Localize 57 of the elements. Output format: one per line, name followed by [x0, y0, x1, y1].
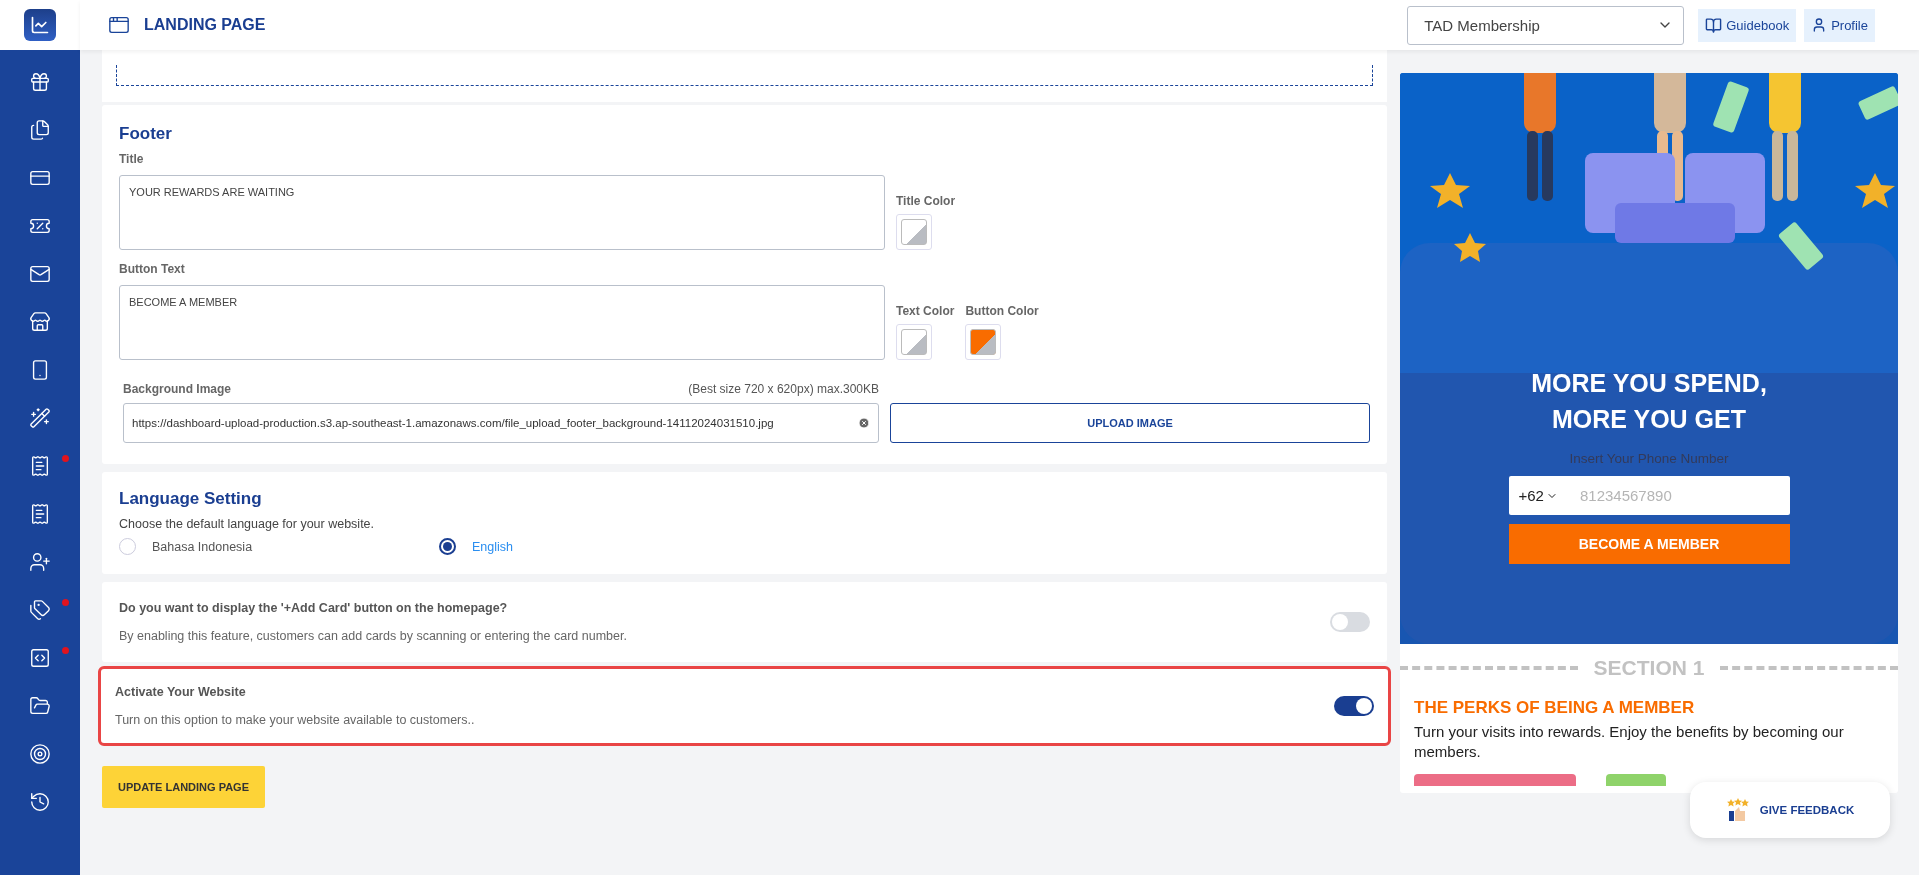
color-swatch[interactable] — [896, 324, 932, 360]
add-template-box[interactable] — [116, 65, 1373, 86]
mail-icon — [29, 263, 51, 285]
browser-icon — [108, 14, 130, 36]
language-option[interactable]: Bahasa Indonesia — [119, 538, 253, 555]
logo-icon — [24, 9, 56, 41]
add-user-icon — [29, 551, 51, 573]
phone-field[interactable]: +62 81234567890 — [1508, 476, 1790, 515]
field-label: Title — [119, 152, 145, 166]
field-label: Background Image — [123, 382, 232, 396]
magic-wand-icon — [29, 407, 51, 429]
language-prompt: Choose the default language for your website. — [119, 517, 376, 531]
gift-icon — [29, 71, 51, 93]
color-label: Button Color — [965, 304, 1039, 318]
title-field[interactable]: YOUR REWARDS ARE WAITING — [119, 175, 885, 250]
code-icon — [29, 647, 51, 669]
color-label: Title Color — [896, 194, 956, 208]
toggle-switch[interactable] — [1330, 612, 1370, 632]
setting-title: Activate Your Website — [115, 685, 247, 699]
button-text-field[interactable]: BECOME A MEMBER — [119, 285, 885, 360]
folder-icon — [29, 695, 51, 717]
field-label: Button Text — [119, 262, 186, 276]
color-swatch[interactable] — [965, 324, 1002, 360]
setting-title: Do you want to display the '+Add Card' button on the homepage? — [119, 601, 509, 615]
phone-label: Insert Your Phone Number — [1569, 451, 1729, 466]
perk-tile — [1606, 774, 1666, 786]
history-icon — [29, 791, 51, 813]
section-heading: Footer — [119, 124, 173, 144]
page-title: LANDING PAGE — [144, 16, 267, 34]
guidebook-button[interactable]: Guidebook — [1698, 8, 1797, 42]
image-url-field[interactable]: https://dashboard-upload-production.s3.ap-southeast-1.amazonaws.com/file_upload_footer_background-14112024031510.jpg — [123, 403, 879, 443]
headline: MORE YOU SPEND, MORE YOU GET — [1530, 368, 1768, 435]
section-heading: Language Setting — [119, 489, 263, 509]
target-icon — [29, 743, 51, 765]
receipt-icon — [29, 455, 51, 477]
store-icon — [29, 311, 51, 333]
upload-image-button[interactable]: UPLOAD IMAGE — [890, 403, 1370, 443]
profile-button[interactable]: Profile — [1804, 8, 1875, 42]
setting-description: By enabling this feature, customers can add cards by scanning or entering the card number. — [119, 629, 628, 643]
perks-text: Turn your visits into rewards. Enjoy the benefits by becoming our members. — [1414, 722, 1845, 762]
feedback-button[interactable]: GIVE FEEDBACK — [1690, 782, 1890, 838]
color-swatch[interactable] — [896, 214, 932, 250]
perks-title: THE PERKS OF BEING A MEMBER — [1414, 698, 1696, 718]
thumbs-up-stars-icon — [1725, 798, 1750, 822]
country-code[interactable]: +62 — [1518, 487, 1558, 504]
color-label: Text Color — [896, 304, 955, 318]
section-label: SECTION 1 — [1593, 656, 1705, 680]
toggle-switch[interactable] — [1334, 696, 1374, 716]
setting-description: Turn on this option to make your website available to customers.. — [115, 713, 476, 727]
receipt-icon — [29, 503, 51, 525]
program-select[interactable]: TAD Membership — [1407, 5, 1685, 45]
tags-icon — [29, 599, 51, 621]
size-hint: (Best size 720 x 620px) max.300KB — [688, 382, 879, 396]
update-button[interactable]: UPDATE LANDING PAGE — [102, 766, 265, 808]
documents-icon — [29, 119, 51, 141]
book-icon — [1705, 16, 1723, 34]
clear-icon[interactable] — [858, 417, 870, 429]
